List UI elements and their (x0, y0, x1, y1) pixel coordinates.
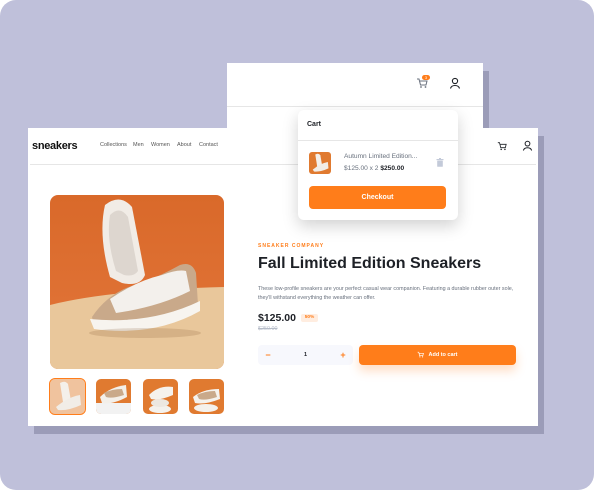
cart-item-thumbnail (309, 152, 331, 174)
trash-icon[interactable] (436, 158, 444, 167)
product-title: Fall Limited Edition Sneakers (258, 255, 482, 272)
sneaker-image (50, 195, 224, 369)
product-main-image[interactable] (50, 195, 224, 369)
thumbnail-1[interactable] (49, 378, 86, 415)
cart-item-price-qty: $125.00 x 2 (344, 165, 379, 172)
thumbnail-image (143, 379, 178, 414)
nav-link-about[interactable]: About (177, 142, 191, 148)
nav-link-men[interactable]: Men (133, 142, 144, 148)
product-page-card: sneakers Collections Men Women About Con… (28, 128, 538, 426)
cart-item-name: Autumn Limited Edition... (344, 153, 418, 160)
cart-count-badge: 3 (422, 75, 430, 80)
thumbnail-4[interactable] (189, 379, 224, 414)
cart-heading: Cart (307, 121, 322, 128)
header-divider (227, 106, 483, 107)
plus-icon[interactable]: + (337, 345, 349, 365)
background: 3 sneakers Collections Men Women About C… (0, 0, 594, 490)
thumbnail-image (50, 379, 85, 414)
nav-link-collections[interactable]: Collections (100, 142, 127, 148)
thumbnail-image (96, 379, 131, 414)
logo[interactable]: sneakers (32, 140, 78, 152)
thumbnail-3[interactable] (143, 379, 178, 414)
nav-link-contact[interactable]: Contact (199, 142, 218, 148)
quantity-stepper: − 1 + (258, 345, 353, 365)
cart-icon[interactable] (497, 141, 507, 151)
minus-icon[interactable]: − (262, 345, 274, 365)
thumbnail-2[interactable] (96, 379, 131, 414)
add-to-cart-label: Add to cart (428, 352, 458, 358)
user-icon[interactable] (449, 77, 461, 89)
current-price: $125.00 (258, 312, 296, 324)
cart-item-calc: $125.00 x 2 $250.00 (344, 165, 404, 172)
cart-divider (298, 140, 458, 141)
cart-popup: Cart Autumn Limited Edition... $125.00 x… (298, 110, 458, 220)
product-description: These low-profile sneakers are your perf… (258, 286, 514, 301)
thumbnail-image (189, 379, 224, 414)
cart-icon (418, 351, 425, 358)
header-divider (30, 164, 536, 165)
quantity-value: 1 (303, 352, 308, 358)
thumbnail-image (309, 152, 331, 174)
user-icon[interactable] (522, 140, 533, 151)
discount-badge: 50% (301, 314, 318, 322)
nav-link-women[interactable]: Women (151, 142, 170, 148)
add-to-cart-button[interactable]: Add to cart (359, 345, 516, 365)
cart-item-total: $250.00 (380, 165, 405, 172)
checkout-button[interactable]: Checkout (309, 186, 446, 209)
original-price: $250.00 (258, 326, 278, 332)
company-label: SNEAKER COMPANY (258, 243, 325, 249)
